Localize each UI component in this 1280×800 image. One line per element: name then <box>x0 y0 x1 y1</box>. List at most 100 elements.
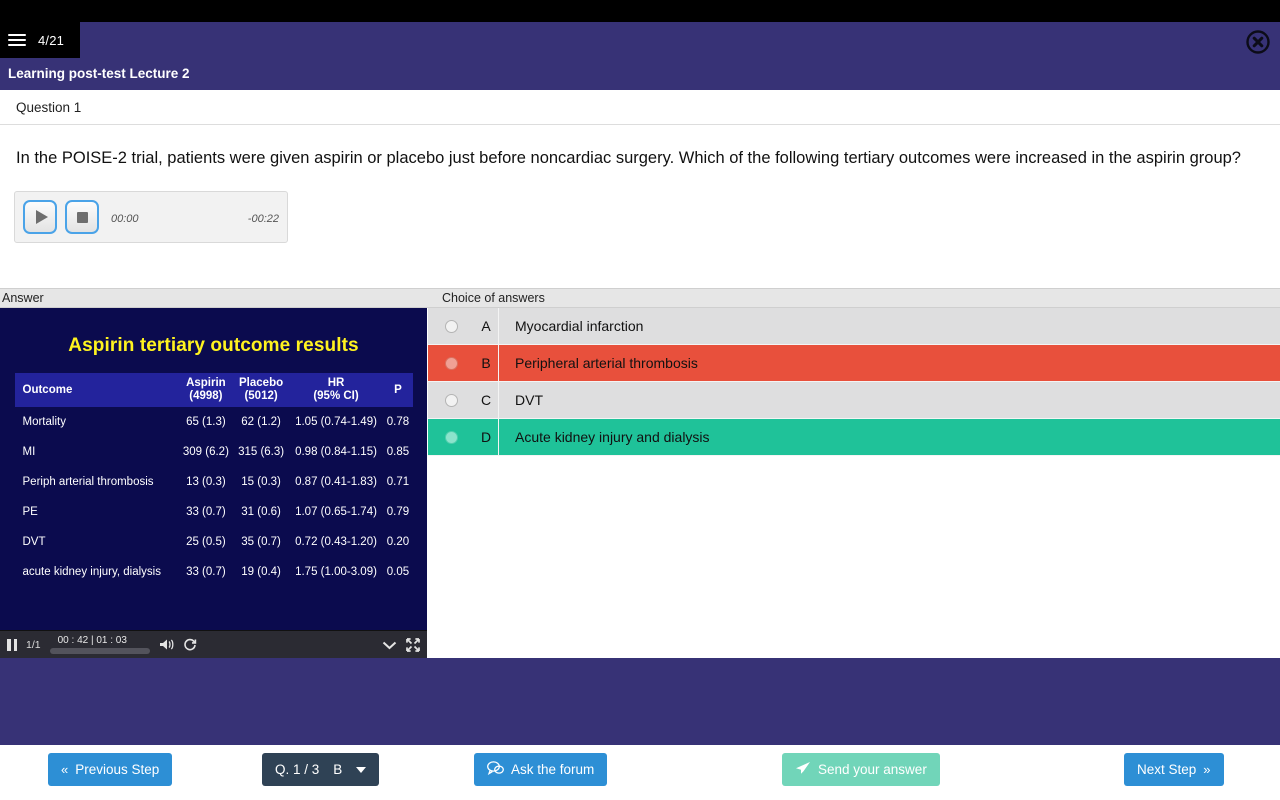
results-cell-placebo: 62 (1.2) <box>241 416 281 428</box>
results-cell-p: 0.78 <box>386 416 410 428</box>
results-cell-aspirin: 13 (0.3) <box>186 476 226 488</box>
footer-toolbar: « Previous Step Q. 1 / 3 B Ask the forum <box>0 745 1280 800</box>
nav-tab[interactable]: 4/21 <box>0 22 80 58</box>
results-table-row: Mortality 65 (1.3) 62 (1.2) 1.05 (0.74-1.49… <box>15 407 413 437</box>
results-cell-p: 0.71 <box>386 476 410 488</box>
ask-forum-label: Ask the forum <box>511 762 595 777</box>
choice-row-d[interactable]: D Acute kidney injury and dialysis <box>428 419 1280 456</box>
chevron-right-icon: » <box>1203 762 1211 777</box>
purple-bottom-band <box>0 658 1280 745</box>
audio-stop-button[interactable] <box>65 200 99 234</box>
video-control-bar[interactable]: 1/1 00 : 42 | 01 : 03 <box>0 630 427 658</box>
ask-forum-button[interactable]: Ask the forum <box>474 753 608 786</box>
audio-progress[interactable]: 00:00 -00:22 <box>107 209 279 225</box>
choice-letter: B <box>474 345 499 381</box>
page-counter: 4/21 <box>38 32 65 48</box>
section-bars: Answer Choice of answers <box>0 288 1280 308</box>
results-table-head: Outcome Aspirin (4998) Placebo (5012) HR (95% … <box>14 373 413 407</box>
question-selector-button[interactable]: Q. 1 / 3 B <box>262 753 380 786</box>
results-table: Outcome Aspirin (4998) Placebo (5012) HR (95% … <box>14 373 413 587</box>
results-table-row: Periph arterial thrombosis 13 (0.3) 15 (0.… <box>15 467 413 497</box>
chevron-down-icon <box>356 766 367 773</box>
paper-plane-icon <box>795 761 811 778</box>
choice-row-a[interactable]: A Myocardial infarction <box>428 308 1280 345</box>
results-table-body: Mortality 65 (1.3) 62 (1.2) 1.05 (0.74-1.49… <box>15 407 413 587</box>
radio-button-icon[interactable] <box>444 356 458 370</box>
choices-section-label: Choice of answers <box>442 291 545 305</box>
choice-radio-cell[interactable] <box>428 356 474 370</box>
question-number-label: Question 1 <box>16 99 82 115</box>
results-cell-outcome: Mortality <box>22 416 66 428</box>
choice-row-b[interactable]: B Peripheral arterial thrombosis <box>428 345 1280 382</box>
previous-step-label: Previous Step <box>75 762 160 777</box>
results-cell-placebo: 15 (0.3) <box>241 476 281 488</box>
results-cell-placebo: 19 (0.4) <box>241 566 281 578</box>
results-cell-aspirin: 33 (0.7) <box>186 506 226 518</box>
radio-button-icon[interactable] <box>444 393 458 407</box>
next-step-button[interactable]: Next Step » <box>1124 753 1224 786</box>
results-col-header: Outcome <box>14 373 179 407</box>
volume-icon[interactable] <box>159 638 174 651</box>
choice-label: Myocardial infarction <box>515 318 644 334</box>
results-cell-outcome: MI <box>22 446 36 458</box>
top-black-strip <box>0 0 1280 22</box>
close-circle-icon[interactable] <box>1246 30 1270 54</box>
audio-elapsed: 00:00 <box>111 213 139 225</box>
chevron-down-icon[interactable] <box>382 640 397 650</box>
radio-button-icon[interactable] <box>444 319 458 333</box>
purple-header <box>0 22 1280 90</box>
chat-bubble-icon <box>487 761 504 778</box>
send-answer-button[interactable]: Send your answer <box>782 753 940 786</box>
results-cell-p: 0.05 <box>386 566 410 578</box>
audio-player[interactable]: 00:00 -00:22 <box>14 191 288 243</box>
radio-button-icon[interactable] <box>444 430 458 444</box>
results-cell-aspirin: 309 (6.2) <box>182 446 229 458</box>
results-cell-hr: 0.72 (0.43-1.20) <box>295 536 377 548</box>
results-cell-p: 0.85 <box>386 446 410 458</box>
choice-radio-cell[interactable] <box>428 319 474 333</box>
question-selector-label: Q. 1 / 3 <box>275 762 320 777</box>
choice-row-c[interactable]: C DVT <box>428 382 1280 419</box>
question-number-bar: Question 1 <box>0 90 1280 125</box>
quiz-app: 4/21 Learning post-test Lecture 2 Questi… <box>0 0 1280 800</box>
fullscreen-icon[interactable] <box>406 637 420 652</box>
results-cell-placebo: 31 (0.6) <box>241 506 281 518</box>
question-text: In the POISE-2 trial, patients were give… <box>16 149 1241 167</box>
results-cell-outcome: acute kidney injury, dialysis <box>22 566 162 578</box>
video-time: 00 : 42 | 01 : 03 <box>57 635 127 646</box>
results-cell-hr: 1.75 (1.00-3.09) <box>295 566 377 578</box>
video-progress-track[interactable] <box>49 648 150 654</box>
results-cell-p: 0.20 <box>386 536 410 548</box>
results-table-row: DVT 25 (0.5) 35 (0.7) 0.72 (0.43-1.20) 0.20 <box>15 527 413 557</box>
results-cell-outcome: DVT <box>22 536 46 548</box>
next-step-label: Next Step <box>1137 762 1197 777</box>
choice-label: Acute kidney injury and dialysis <box>515 429 710 445</box>
choice-radio-cell[interactable] <box>428 430 474 444</box>
replay-icon[interactable] <box>183 638 197 652</box>
send-answer-label: Send your answer <box>818 762 927 777</box>
audio-remaining: -00:22 <box>247 213 279 225</box>
results-table-row: MI 309 (6.2) 315 (6.3) 0.98 (0.84-1.15) 0.85 <box>15 437 413 467</box>
course-title: Learning post-test Lecture 2 <box>8 66 190 81</box>
pause-icon[interactable] <box>7 638 17 651</box>
results-cell-aspirin: 65 (1.3) <box>186 416 226 428</box>
hamburger-menu-icon[interactable] <box>8 34 26 46</box>
results-cell-hr: 1.05 (0.74-1.49) <box>295 416 377 428</box>
results-cell-placebo: 315 (6.3) <box>238 446 285 458</box>
results-col-header: HR (95% CI) <box>288 373 384 407</box>
previous-step-button[interactable]: « Previous Step <box>48 753 173 786</box>
slide-counter: 1/1 <box>26 638 41 651</box>
play-icon <box>35 210 48 224</box>
answer-video-panel[interactable]: Aspirin tertiary outcome results Outcome… <box>0 308 427 658</box>
choice-radio-cell[interactable] <box>428 393 474 407</box>
audio-play-button[interactable] <box>23 200 57 234</box>
results-cell-aspirin: 25 (0.5) <box>186 536 226 548</box>
slide-content: Aspirin tertiary outcome results Outcome… <box>0 308 427 630</box>
results-table-row: PE 33 (0.7) 31 (0.6) 1.07 (0.65-1.74) 0.79 <box>15 497 413 527</box>
slide-title: Aspirin tertiary outcome results <box>68 335 359 356</box>
answer-section-label: Answer <box>2 291 44 305</box>
choice-letter: D <box>474 419 499 455</box>
results-col-header: P <box>383 373 413 407</box>
choice-label: DVT <box>515 392 543 408</box>
results-cell-outcome: Periph arterial thrombosis <box>22 476 154 488</box>
